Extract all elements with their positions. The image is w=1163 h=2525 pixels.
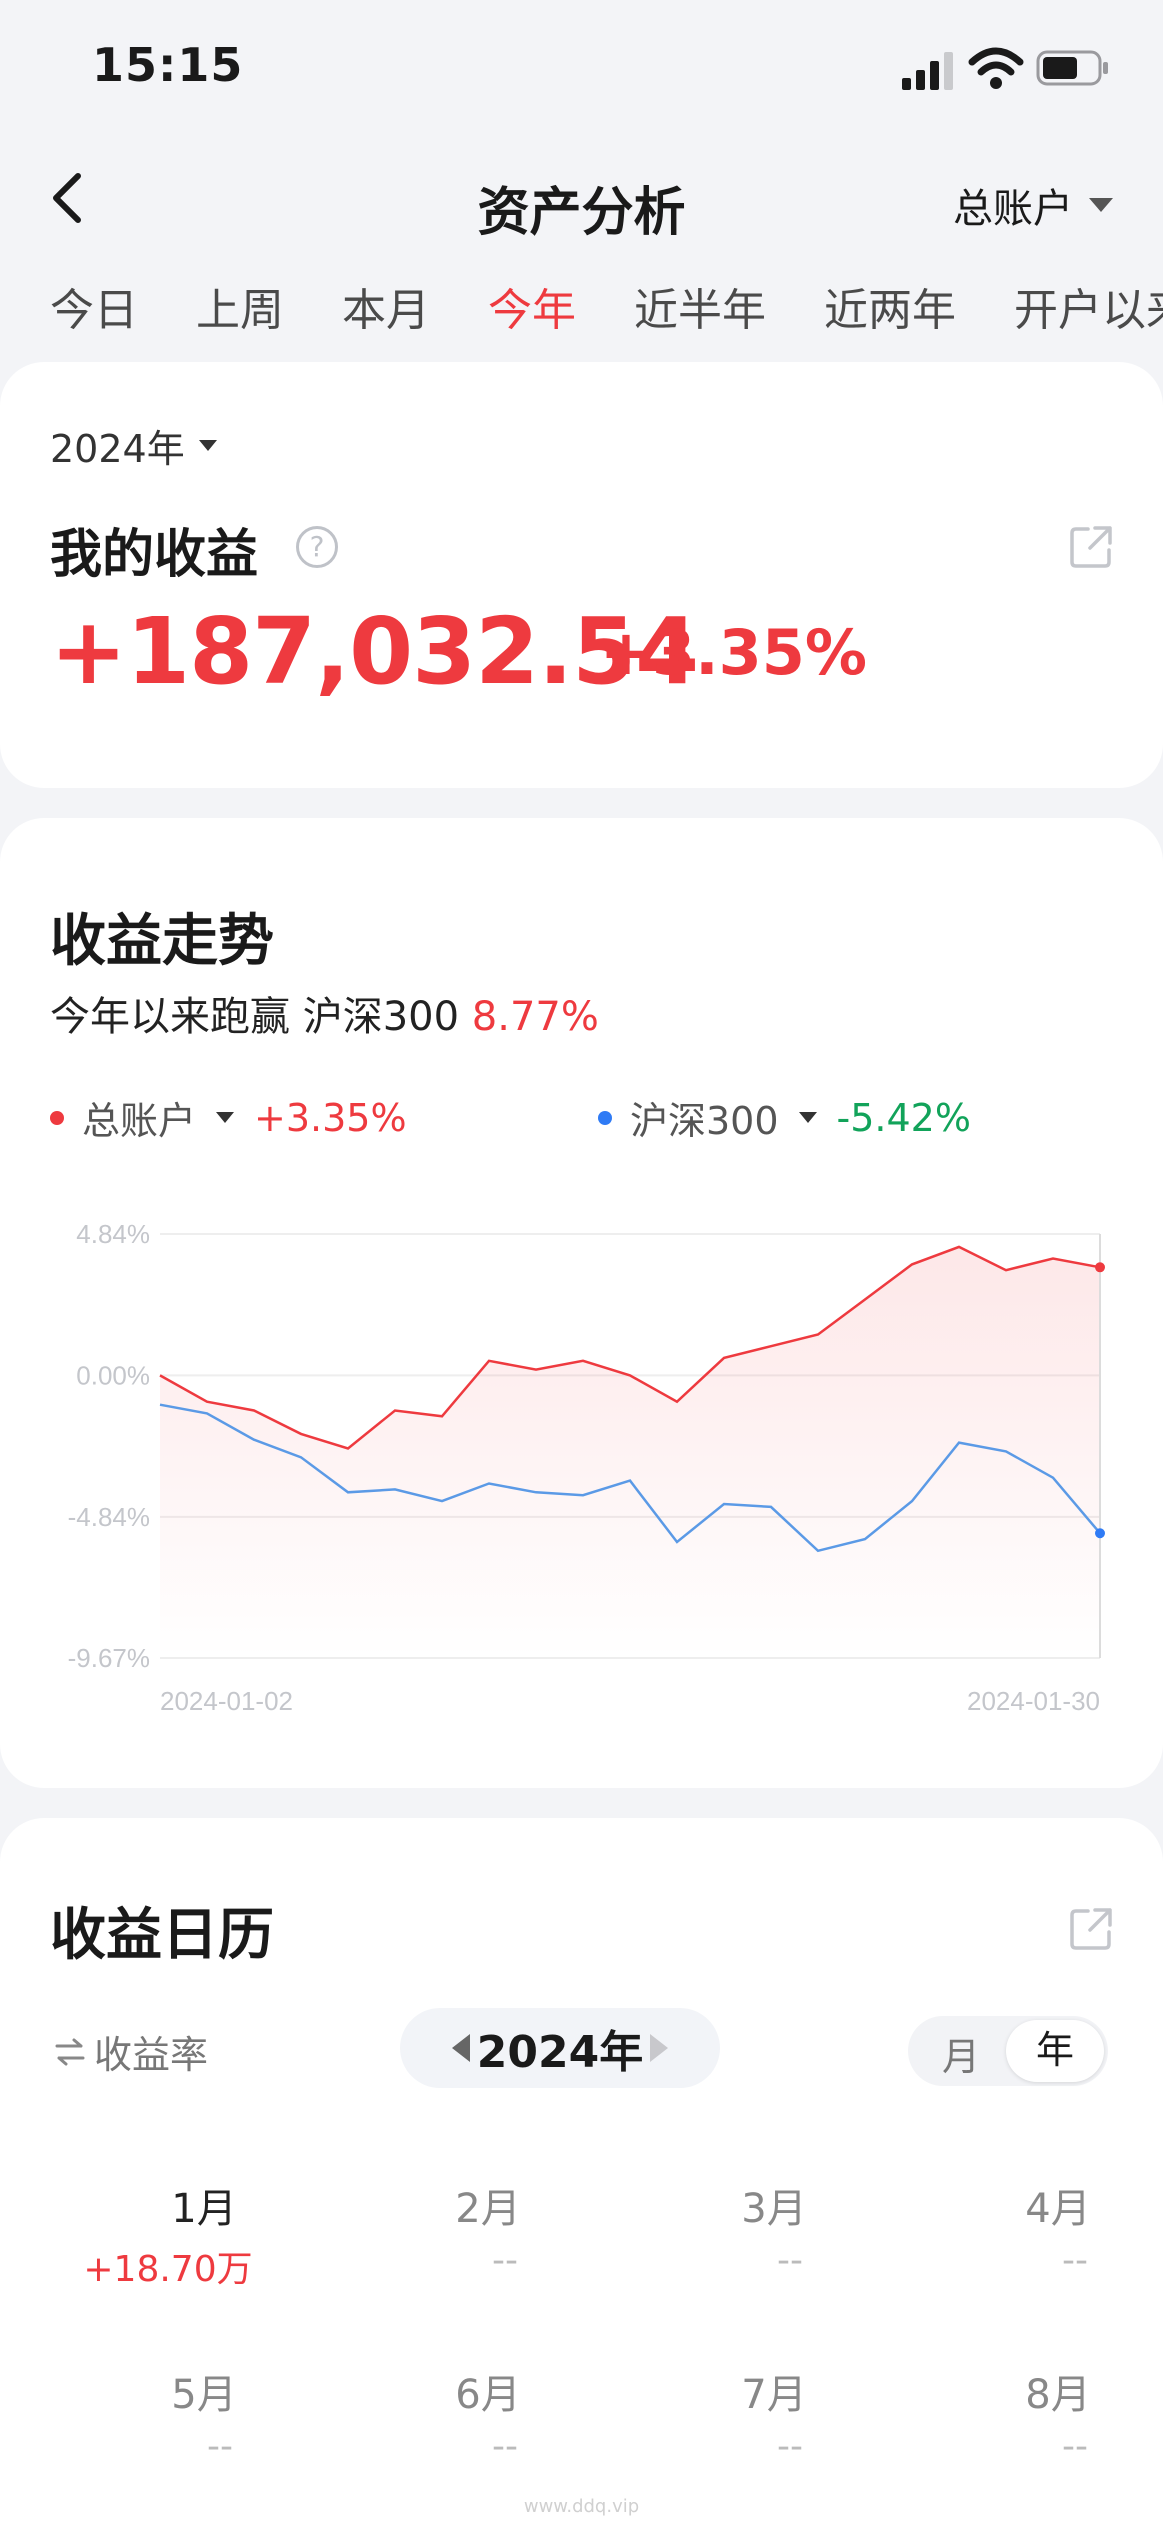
share-icon[interactable]	[1068, 1906, 1114, 1952]
dropdown-triangle-icon	[1089, 198, 1113, 212]
year-selector-label: 2024年	[50, 427, 185, 471]
rate-label: 收益率	[94, 2033, 209, 2077]
month-cell-label[interactable]: 8月	[958, 2362, 1158, 2420]
month-cell-value: --	[492, 2240, 518, 2281]
battery-icon	[1036, 50, 1108, 86]
x-label-start: 2024-01-02	[160, 1686, 293, 1716]
month-cell-value: --	[492, 2426, 518, 2467]
segment-year[interactable]: 年	[1006, 2020, 1104, 2082]
month-cell-label[interactable]: 4月	[958, 2176, 1158, 2234]
month-cell-label[interactable]: 2月	[388, 2176, 588, 2234]
legend-account-value: +3.35%	[254, 1095, 407, 1140]
rate-toggle[interactable]: 收益率	[54, 2024, 208, 2079]
account-label: 总账户	[953, 186, 1073, 232]
tab-today[interactable]: 今日	[50, 274, 138, 338]
y-tick-label: 0.00%	[76, 1360, 150, 1390]
watermark: www.ddq.vip	[523, 2496, 640, 2517]
account-area-fill	[160, 1246, 1100, 1658]
account-selector[interactable]: 总账户	[953, 176, 1113, 234]
tab-this-month[interactable]: 本月	[342, 274, 430, 338]
calendar-title: 收益日历	[50, 1903, 274, 1968]
earnings-trend-chart: 4.84% 0.00% -4.84% -9.67% 2024-01-02 2024-0…	[68, 1219, 1105, 1716]
year-selector[interactable]: 2024年	[50, 418, 217, 473]
my-earnings-title: 我的收益	[50, 525, 259, 585]
x-label-end: 2024-01-30	[967, 1686, 1100, 1716]
month-cell-label[interactable]: 6月	[388, 2362, 588, 2420]
cellular-signal-icon	[902, 52, 953, 90]
tab-half-year[interactable]: 近半年	[634, 274, 766, 338]
next-year-icon[interactable]	[650, 2034, 668, 2062]
beat-percent: 8.77%	[471, 994, 599, 1040]
month-cell-value: --	[1062, 2240, 1088, 2281]
tab-last-week[interactable]: 上周	[196, 274, 284, 338]
account-end-dot	[1095, 1262, 1105, 1273]
tab-this-year[interactable]: 今年	[488, 274, 576, 338]
month-cell-label[interactable]: 3月	[674, 2176, 874, 2234]
help-icon[interactable]: ?	[296, 526, 338, 568]
tab-two-years[interactable]: 近两年	[824, 274, 956, 338]
earnings-percent: +3.35%	[600, 616, 868, 689]
y-tick-label: 4.84%	[76, 1219, 150, 1249]
tab-since-open[interactable]: 开户以来	[1014, 274, 1163, 338]
legend-dot	[598, 1110, 612, 1125]
month-cell-label[interactable]: 1月	[104, 2176, 304, 2234]
trend-title: 收益走势	[50, 909, 274, 974]
dropdown-triangle-icon	[798, 1112, 817, 1123]
month-cell-value: --	[777, 2426, 803, 2467]
month-cell-label[interactable]: 5月	[104, 2362, 304, 2420]
month-cell-value: --	[1062, 2426, 1088, 2467]
month-cell-value: +18.70万	[83, 2249, 253, 2290]
segment-month[interactable]: 月	[942, 2026, 980, 2081]
dropdown-triangle-icon	[216, 1112, 235, 1123]
prev-year-icon[interactable]	[452, 2034, 470, 2062]
y-tick-label: -4.84%	[68, 1502, 150, 1532]
legend-account-name: 总账户	[82, 1099, 197, 1143]
period-tabs: 今日 上周 本月 今年 近半年 近两年 开户以来	[50, 274, 1163, 338]
month-cell-value: --	[777, 2240, 803, 2281]
calendar-year-label: 2024年	[476, 2027, 644, 2078]
share-icon[interactable]	[1068, 524, 1114, 570]
wifi-icon	[968, 47, 1024, 89]
status-time: 15:15	[92, 38, 244, 92]
legend-account[interactable]: 总账户 +3.35%	[50, 1090, 407, 1145]
legend-benchmark[interactable]: 沪深300 -5.42%	[598, 1090, 971, 1145]
legend-benchmark-value: -5.42%	[836, 1095, 971, 1140]
y-tick-label: -9.67%	[68, 1643, 150, 1673]
beat-benchmark-text: 今年以来跑赢 沪深300 8.77%	[50, 984, 599, 1042]
calendar-year-switcher: 2024年	[400, 2008, 720, 2088]
swap-arrows-icon	[55, 2038, 85, 2065]
benchmark-end-dot	[1095, 1528, 1105, 1539]
legend-benchmark-name: 沪深300	[630, 1099, 779, 1143]
month-cell-value: --	[207, 2426, 233, 2467]
beat-label: 今年以来跑赢 沪深300	[50, 994, 460, 1040]
dropdown-triangle-icon	[198, 440, 217, 451]
legend-dot	[50, 1110, 64, 1125]
month-cell-label[interactable]: 7月	[674, 2362, 874, 2420]
